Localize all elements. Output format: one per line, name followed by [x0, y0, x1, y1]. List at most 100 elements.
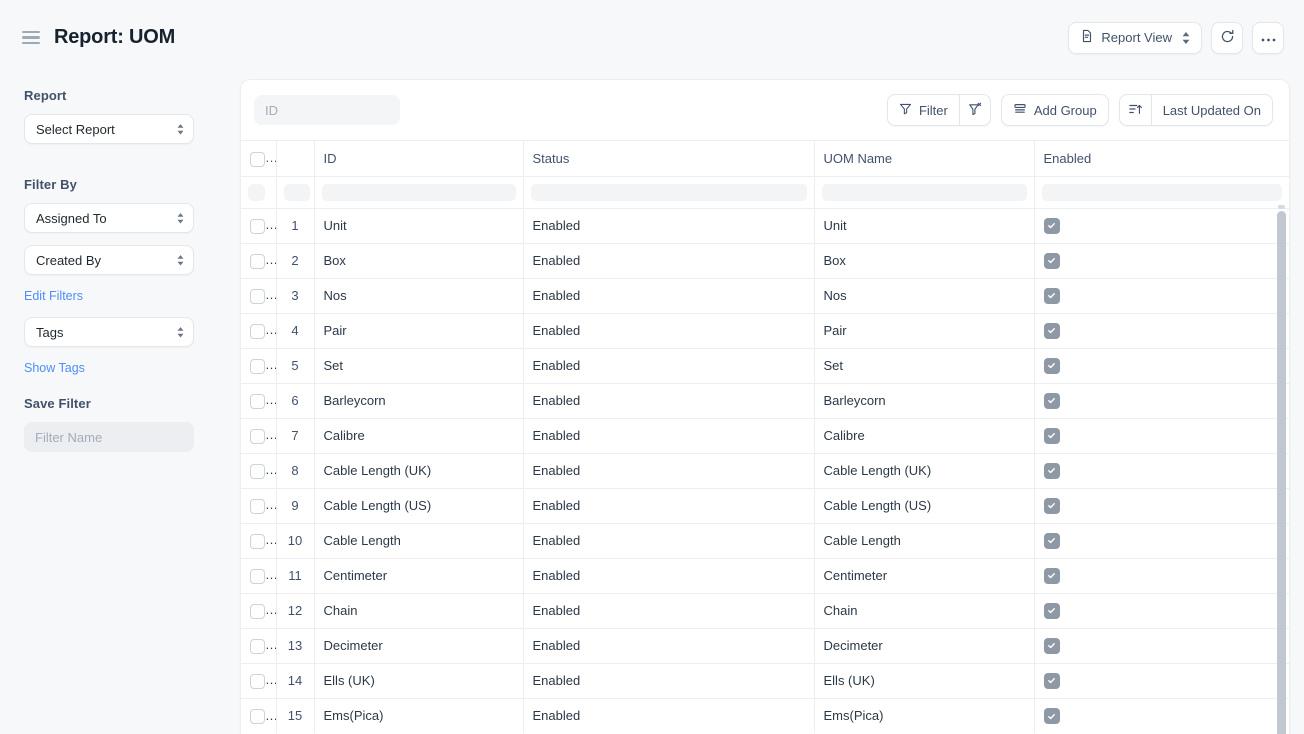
- table-vertical-scrollbar[interactable]: [1277, 205, 1286, 734]
- cell-uom-name[interactable]: Centimeter: [814, 557, 1035, 593]
- row-checkbox[interactable]: [250, 638, 265, 654]
- row-checkbox[interactable]: [250, 253, 265, 269]
- cell-uom-name[interactable]: Ems(Pica): [814, 697, 1035, 733]
- table-row[interactable]: 8 Cable Length (UK) Enabled Cable Length (U…: [241, 452, 1289, 488]
- cell-uom-name[interactable]: Cable Length (UK): [814, 452, 1035, 488]
- filter-cell-enabled[interactable]: [1034, 176, 1289, 208]
- cell-id[interactable]: Cable Length: [314, 522, 524, 558]
- table-row[interactable]: 3 Nos Enabled Nos: [241, 277, 1289, 313]
- row-select-cell[interactable]: [241, 592, 277, 628]
- table-row[interactable]: 1 Unit Enabled Unit: [241, 207, 1289, 243]
- cell-status[interactable]: Enabled: [523, 697, 815, 733]
- enabled-checkbox-checked[interactable]: [1043, 532, 1060, 549]
- refresh-button[interactable]: [1211, 21, 1243, 54]
- cell-status[interactable]: Enabled: [523, 277, 815, 313]
- row-select-cell[interactable]: [241, 417, 277, 453]
- table-row[interactable]: 13 Decimeter Enabled Decimeter: [241, 627, 1289, 663]
- cell-status[interactable]: Enabled: [523, 452, 815, 488]
- cell-status[interactable]: Enabled: [523, 347, 815, 383]
- row-checkbox[interactable]: [250, 673, 265, 689]
- row-checkbox[interactable]: [250, 393, 265, 409]
- assigned-to-dropdown[interactable]: Assigned To: [24, 203, 194, 233]
- enabled-checkbox-checked[interactable]: [1043, 602, 1060, 619]
- table-row[interactable]: 12 Chain Enabled Chain: [241, 592, 1289, 628]
- enabled-checkbox-checked[interactable]: [1043, 427, 1060, 444]
- sort-direction-button[interactable]: [1118, 94, 1151, 126]
- select-all-checkbox[interactable]: [250, 151, 265, 167]
- cell-status[interactable]: Enabled: [523, 592, 815, 628]
- cell-id[interactable]: Set: [314, 347, 524, 383]
- cell-status[interactable]: Enabled: [523, 557, 815, 593]
- column-header-uom-name[interactable]: UOM Name: [814, 140, 1035, 177]
- column-header-status[interactable]: Status: [523, 140, 815, 177]
- tags-dropdown[interactable]: Tags: [24, 317, 194, 347]
- cell-uom-name[interactable]: Ells (UK): [814, 662, 1035, 698]
- cell-uom-name[interactable]: Calibre: [814, 417, 1035, 453]
- row-checkbox[interactable]: [250, 288, 265, 304]
- cell-enabled[interactable]: [1034, 417, 1289, 453]
- cell-status[interactable]: Enabled: [523, 417, 815, 453]
- cell-enabled[interactable]: [1034, 347, 1289, 383]
- scrollbar-thumb[interactable]: [1277, 211, 1286, 734]
- cell-id[interactable]: Chain: [314, 592, 524, 628]
- enabled-checkbox-checked[interactable]: [1043, 287, 1060, 304]
- search-input[interactable]: [254, 95, 400, 125]
- table-row[interactable]: 5 Set Enabled Set: [241, 347, 1289, 383]
- cell-uom-name[interactable]: Nos: [814, 277, 1035, 313]
- cell-id[interactable]: Calibre: [314, 417, 524, 453]
- row-checkbox[interactable]: [250, 568, 265, 584]
- cell-enabled[interactable]: [1034, 312, 1289, 348]
- column-header-id[interactable]: ID: [314, 140, 524, 177]
- table-row[interactable]: 14 Ells (UK) Enabled Ells (UK): [241, 662, 1289, 698]
- cell-status[interactable]: Enabled: [523, 487, 815, 523]
- cell-status[interactable]: Enabled: [523, 312, 815, 348]
- cell-enabled[interactable]: [1034, 557, 1289, 593]
- row-checkbox[interactable]: [250, 358, 265, 374]
- cell-id[interactable]: Box: [314, 242, 524, 278]
- enabled-checkbox-checked[interactable]: [1043, 637, 1060, 654]
- hamburger-icon[interactable]: [22, 30, 40, 45]
- cell-id[interactable]: Unit: [314, 207, 524, 243]
- row-select-cell[interactable]: [241, 452, 277, 488]
- enabled-checkbox-checked[interactable]: [1043, 672, 1060, 689]
- table-row[interactable]: 15 Ems(Pica) Enabled Ems(Pica): [241, 697, 1289, 733]
- table-row[interactable]: 4 Pair Enabled Pair: [241, 312, 1289, 348]
- row-select-cell[interactable]: [241, 697, 277, 733]
- row-checkbox[interactable]: [250, 708, 265, 724]
- row-select-cell[interactable]: [241, 522, 277, 558]
- enabled-checkbox-checked[interactable]: [1043, 217, 1060, 234]
- cell-enabled[interactable]: [1034, 522, 1289, 558]
- cell-status[interactable]: Enabled: [523, 522, 815, 558]
- filter-cell-uom-name[interactable]: [814, 176, 1035, 208]
- table-row[interactable]: 9 Cable Length (US) Enabled Cable Length (U…: [241, 487, 1289, 523]
- enabled-checkbox-checked[interactable]: [1043, 462, 1060, 479]
- cell-uom-name[interactable]: Set: [814, 347, 1035, 383]
- row-select-cell[interactable]: [241, 627, 277, 663]
- row-select-cell[interactable]: [241, 242, 277, 278]
- row-select-cell[interactable]: [241, 487, 277, 523]
- row-select-cell[interactable]: [241, 207, 277, 243]
- filter-name-input[interactable]: [24, 422, 194, 452]
- cell-uom-name[interactable]: Box: [814, 242, 1035, 278]
- more-options-button[interactable]: [1252, 21, 1284, 54]
- add-group-button[interactable]: Add Group: [1000, 94, 1109, 126]
- cell-id[interactable]: Cable Length (US): [314, 487, 524, 523]
- enabled-checkbox-checked[interactable]: [1043, 708, 1060, 725]
- table-row[interactable]: 6 Barleycorn Enabled Barleycorn: [241, 382, 1289, 418]
- cell-enabled[interactable]: [1034, 242, 1289, 278]
- cell-uom-name[interactable]: Pair: [814, 312, 1035, 348]
- cell-enabled[interactable]: [1034, 592, 1289, 628]
- table-row[interactable]: 10 Cable Length Enabled Cable Length: [241, 522, 1289, 558]
- cell-id[interactable]: Centimeter: [314, 557, 524, 593]
- filter-button[interactable]: Filter: [886, 94, 959, 126]
- enabled-checkbox-checked[interactable]: [1043, 392, 1060, 409]
- column-header-enabled[interactable]: Enabled: [1034, 140, 1289, 177]
- table-row[interactable]: 11 Centimeter Enabled Centimeter: [241, 557, 1289, 593]
- cell-enabled[interactable]: [1034, 627, 1289, 663]
- cell-uom-name[interactable]: Cable Length: [814, 522, 1035, 558]
- row-select-cell[interactable]: [241, 382, 277, 418]
- select-all-header[interactable]: [241, 140, 277, 177]
- row-checkbox[interactable]: [250, 533, 265, 549]
- row-checkbox[interactable]: [250, 218, 265, 234]
- filter-cell-id[interactable]: [314, 176, 524, 208]
